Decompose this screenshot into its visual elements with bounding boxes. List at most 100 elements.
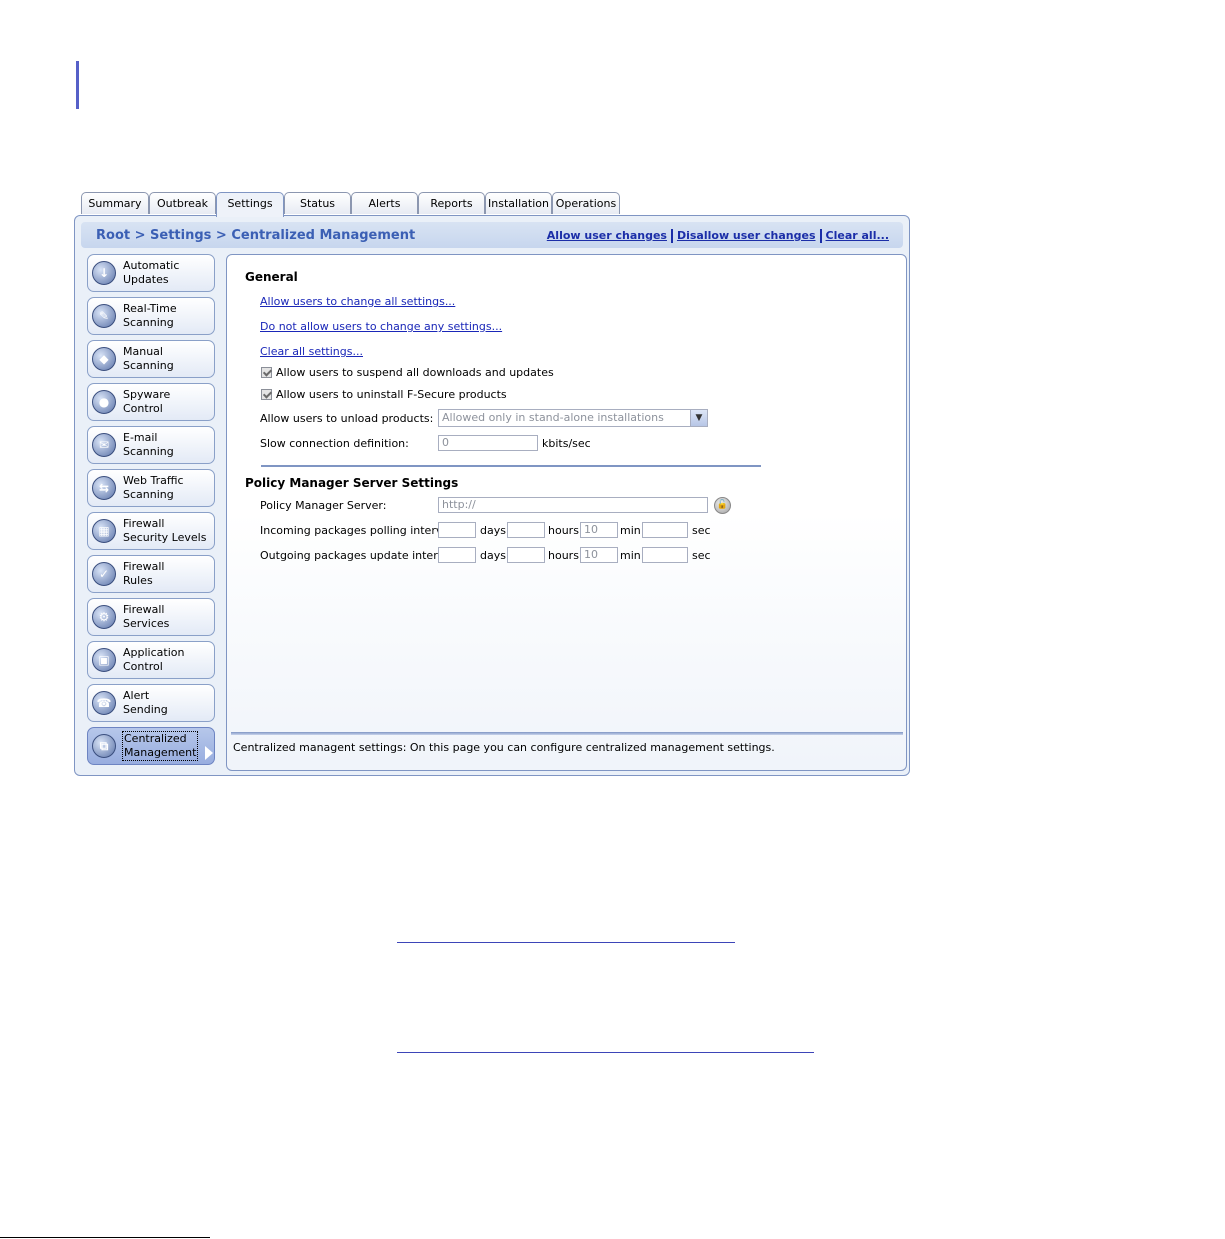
sidebar-item-firewall-security-levels[interactable]: ▦ Firewall Security Levels bbox=[87, 512, 215, 550]
section-divider bbox=[261, 465, 761, 467]
breadcrumb-bar: Root > Settings > Centralized Management… bbox=[81, 222, 903, 248]
sidebar-item-label: Firewall bbox=[123, 517, 165, 530]
sidebar-item-label: Control bbox=[123, 402, 163, 415]
tab-status[interactable]: Status bbox=[284, 192, 351, 214]
incoming-hours-unit: hours bbox=[548, 524, 579, 537]
sidebar-item-manual-scanning[interactable]: ◆ Manual Scanning bbox=[87, 340, 215, 378]
outgoing-days-field[interactable] bbox=[438, 547, 476, 563]
uninstall-products-row: Allow users to uninstall F-Secure produc… bbox=[261, 388, 507, 402]
application-icon: ▣ bbox=[92, 648, 116, 672]
sidebar-item-label: Application bbox=[123, 646, 185, 659]
pms-server-field[interactable]: http:// bbox=[438, 497, 708, 513]
sidebar-item-real-time-scanning[interactable]: ✎ Real-Time Scanning bbox=[87, 297, 215, 335]
general-section-title: General bbox=[245, 270, 298, 284]
sidebar-item-label: Firewall bbox=[123, 603, 165, 616]
sidebar-item-web-traffic-scanning[interactable]: ⇆ Web Traffic Scanning bbox=[87, 469, 215, 507]
sidebar-item-label: E-mail bbox=[123, 431, 158, 444]
sidebar-item-label: Web Traffic bbox=[123, 474, 184, 487]
alert-icon: ☎ bbox=[92, 691, 116, 715]
sidebar-item-label: Firewall bbox=[123, 560, 165, 573]
status-description: Centralized managent settings: On this p… bbox=[233, 741, 775, 754]
clear-all-settings-link[interactable]: Clear all settings... bbox=[260, 345, 363, 358]
outgoing-sec-unit: sec bbox=[692, 549, 711, 562]
incoming-sec-unit: sec bbox=[692, 524, 711, 537]
settings-frame: Root > Settings > Centralized Management… bbox=[74, 215, 910, 776]
outgoing-hours-field[interactable] bbox=[507, 547, 545, 563]
unload-products-label: Allow users to unload products: bbox=[260, 412, 434, 425]
sidebar-item-label: Scanning bbox=[123, 488, 174, 501]
tab-outbreak[interactable]: Outbreak bbox=[149, 192, 216, 214]
unload-products-value: Allowed only in stand-alone installation… bbox=[442, 411, 664, 424]
slow-connection-field[interactable]: 0 bbox=[438, 435, 538, 451]
uninstall-products-label: Allow users to uninstall F-Secure produc… bbox=[276, 388, 507, 401]
settings-panel: General Allow users to change all settin… bbox=[226, 254, 907, 771]
toolbar-separator bbox=[670, 229, 673, 243]
allow-all-settings-link[interactable]: Allow users to change all settings... bbox=[260, 295, 455, 308]
outgoing-interval-label: Outgoing packages update interval: bbox=[260, 549, 458, 562]
sidebar-item-label: Scanning bbox=[123, 359, 174, 372]
tab-summary[interactable]: Summary bbox=[81, 192, 149, 214]
outgoing-hours-unit: hours bbox=[548, 549, 579, 562]
breadcrumb: Root > Settings > Centralized Management bbox=[96, 228, 416, 243]
tab-installation[interactable]: Installation bbox=[485, 192, 552, 214]
toolbar-separator bbox=[819, 229, 822, 243]
sidebar-item-application-control[interactable]: ▣ Application Control bbox=[87, 641, 215, 679]
centralized-icon: ⧉ bbox=[92, 734, 116, 758]
sidebar-item-label: Real-Time bbox=[123, 302, 177, 315]
sidebar-item-email-scanning[interactable]: ✉ E-mail Scanning bbox=[87, 426, 215, 464]
email-icon: ✉ bbox=[92, 433, 116, 457]
tab-settings[interactable]: Settings bbox=[216, 192, 284, 217]
sidebar-item-label: Scanning bbox=[123, 316, 174, 329]
tab-operations[interactable]: Operations bbox=[552, 192, 620, 214]
suspend-downloads-checkbox[interactable] bbox=[261, 367, 272, 378]
manual-scan-icon: ◆ bbox=[92, 347, 116, 371]
update-icon: ↓ bbox=[92, 261, 116, 285]
disallow-user-changes-link[interactable]: Disallow user changes bbox=[677, 229, 816, 242]
pms-section-title: Policy Manager Server Settings bbox=[245, 476, 459, 490]
lock-icon[interactable]: 🔓 bbox=[714, 497, 731, 514]
active-item-arrow-icon bbox=[205, 746, 213, 760]
allow-user-changes-link[interactable]: Allow user changes bbox=[547, 229, 667, 242]
toolbar-links: Allow user changes Disallow user changes C… bbox=[547, 229, 889, 243]
page-margin-bar bbox=[76, 61, 79, 109]
sidebar-item-automatic-updates[interactable]: ↓ Automatic Updates bbox=[87, 254, 215, 292]
sidebar-item-label: Updates bbox=[123, 273, 169, 286]
incoming-min-field[interactable]: 10 bbox=[580, 522, 618, 538]
sidebar-item-spyware-control[interactable]: ● Spyware Control bbox=[87, 383, 215, 421]
status-separator bbox=[231, 732, 903, 735]
sidebar-item-label: Control bbox=[123, 660, 163, 673]
tab-alerts[interactable]: Alerts bbox=[351, 192, 418, 214]
incoming-sec-field[interactable] bbox=[642, 522, 688, 538]
chevron-down-icon[interactable]: ▼ bbox=[690, 410, 707, 426]
incoming-min-unit: min bbox=[620, 524, 641, 537]
incoming-interval-label: Incoming packages polling interval: bbox=[260, 524, 456, 537]
spyware-icon: ● bbox=[92, 390, 116, 414]
sidebar-item-centralized-management[interactable]: ⧉ Centralized Management bbox=[87, 727, 215, 765]
firewall-services-icon: ⚙ bbox=[92, 605, 116, 629]
sidebar-item-label: Alert bbox=[123, 689, 150, 702]
slow-connection-label: Slow connection definition: bbox=[260, 437, 409, 450]
clear-all-link[interactable]: Clear all... bbox=[826, 229, 889, 242]
sidebar-item-label: Management bbox=[124, 746, 197, 759]
unload-products-select[interactable]: Allowed only in stand-alone installation… bbox=[438, 409, 708, 427]
sidebar-item-alert-sending[interactable]: ☎ Alert Sending bbox=[87, 684, 215, 722]
sidebar-item-label: Automatic bbox=[123, 259, 180, 272]
decorative-rule bbox=[397, 1052, 814, 1053]
sidebar-item-label: Centralized bbox=[124, 732, 187, 745]
incoming-days-field[interactable] bbox=[438, 522, 476, 538]
pms-server-label: Policy Manager Server: bbox=[260, 499, 387, 512]
suspend-downloads-row: Allow users to suspend all downloads and… bbox=[261, 366, 554, 380]
sidebar-item-label: Spyware bbox=[123, 388, 171, 401]
sidebar-item-firewall-services[interactable]: ⚙ Firewall Services bbox=[87, 598, 215, 636]
incoming-days-unit: days bbox=[480, 524, 506, 537]
footer-rule bbox=[0, 1237, 210, 1238]
incoming-hours-field[interactable] bbox=[507, 522, 545, 538]
uninstall-products-checkbox[interactable] bbox=[261, 389, 272, 400]
disallow-all-settings-link[interactable]: Do not allow users to change any setting… bbox=[260, 320, 502, 333]
outgoing-min-field[interactable]: 10 bbox=[580, 547, 618, 563]
outgoing-sec-field[interactable] bbox=[642, 547, 688, 563]
sidebar-item-firewall-rules[interactable]: ✓ Firewall Rules bbox=[87, 555, 215, 593]
decorative-rule bbox=[397, 942, 735, 943]
tab-reports[interactable]: Reports bbox=[418, 192, 485, 214]
slow-connection-unit: kbits/sec bbox=[542, 437, 591, 450]
